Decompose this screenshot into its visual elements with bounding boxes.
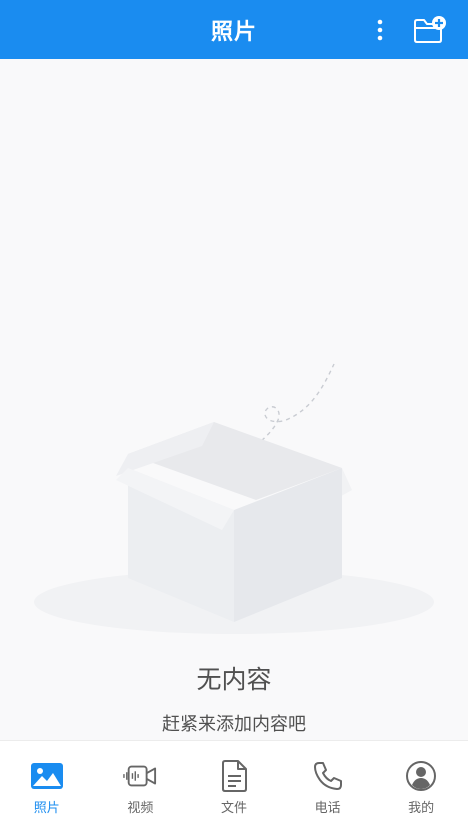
nav-item-phone[interactable]: 电话 (281, 741, 375, 817)
phone-icon (313, 762, 342, 790)
more-options-button[interactable] (364, 14, 396, 46)
nav-item-profile[interactable]: 我的 (374, 741, 468, 817)
file-icon (221, 760, 247, 792)
user-icon (406, 761, 437, 791)
video-icon (123, 765, 157, 787)
nav-label-profile: 我的 (408, 801, 435, 816)
empty-box-illustration (34, 363, 434, 634)
add-folder-button[interactable] (410, 12, 450, 48)
more-vertical-icon (377, 19, 383, 41)
page-title: 照片 (210, 19, 257, 45)
nav-label-videos: 视频 (127, 801, 154, 816)
empty-title: 无内容 (196, 665, 272, 694)
nav-item-files[interactable]: 文件 (187, 741, 281, 817)
nav-item-videos[interactable]: 视频 (94, 741, 188, 817)
photo-icon (30, 763, 63, 789)
nav-item-photos[interactable]: 照片 (0, 741, 94, 817)
folder-plus-icon (414, 16, 446, 43)
empty-subtitle: 赶紧来添加内容吧 (162, 714, 306, 735)
app-header: 照片 (0, 0, 468, 59)
bottom-navigation: 照片 视频 文件 电话 我的 (0, 740, 468, 817)
nav-label-phone: 电话 (314, 801, 341, 816)
nav-label-photos: 照片 (33, 801, 60, 816)
nav-label-files: 文件 (220, 801, 247, 816)
